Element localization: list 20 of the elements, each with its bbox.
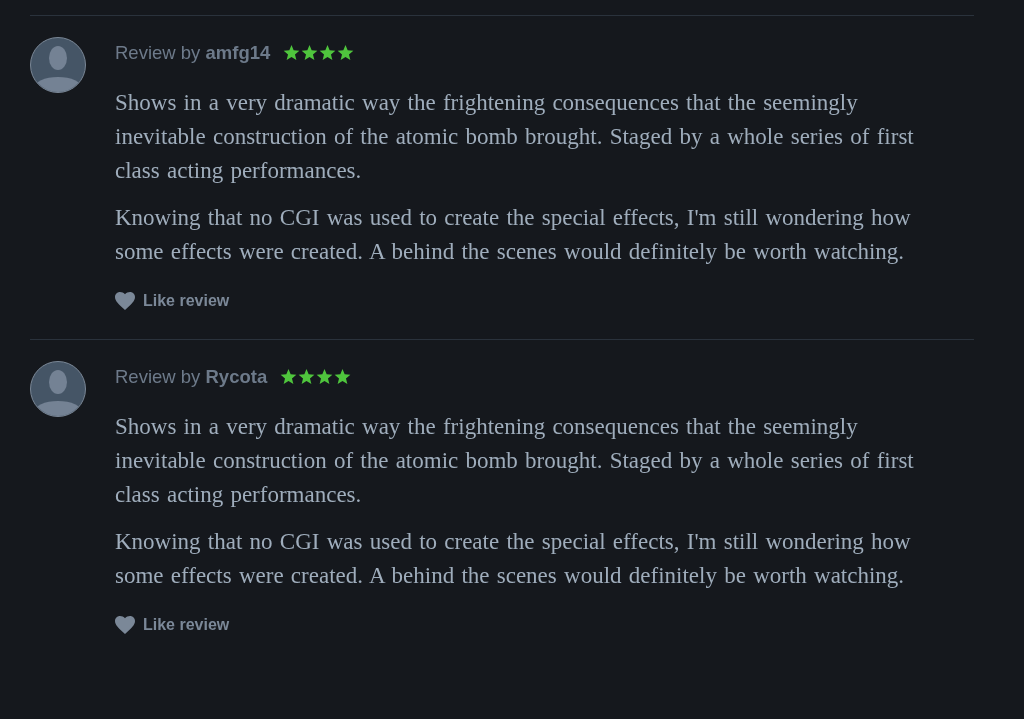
star-icon bbox=[319, 45, 337, 61]
star-icon bbox=[298, 369, 316, 385]
review-paragraph: Shows in a very dramatic way the frightening consequences that the seemingly inevitable construction of the atomic bomb brought. Staged by a whole series of first class acting performances. bbox=[115, 89, 915, 185]
avatar-icon bbox=[30, 361, 86, 417]
review-paragraph: Knowing that no CGI was used to create the special effects, I'm still wondering how some effects were created. A behind the scenes would definitely be worth watching. bbox=[115, 204, 912, 266]
heart-icon bbox=[115, 616, 135, 634]
star-icon bbox=[316, 369, 334, 385]
avatar-icon bbox=[30, 37, 86, 93]
star-icon bbox=[337, 45, 355, 61]
star-icon bbox=[334, 369, 352, 385]
star-icon bbox=[283, 45, 301, 61]
review-paragraph: Knowing that no CGI was used to create the special effects, I'm still wondering how some effects were created. A behind the scenes would definitely be worth watching. bbox=[115, 528, 912, 590]
like-review-link[interactable]: Like review bbox=[115, 613, 230, 637]
heart-icon bbox=[115, 292, 135, 310]
review-byline: Review by Rycota bbox=[115, 365, 268, 390]
review-paragraph: Shows in a very dramatic way the frightening consequences that the seemingly inevitable construction of the atomic bomb brought. Staged by a whole series of first class acting performances. bbox=[115, 413, 915, 509]
review-byline: Review by amfg14 bbox=[115, 41, 271, 66]
star-icon bbox=[301, 45, 319, 61]
star-icon bbox=[280, 369, 298, 385]
like-review-link[interactable]: Like review bbox=[115, 289, 230, 313]
